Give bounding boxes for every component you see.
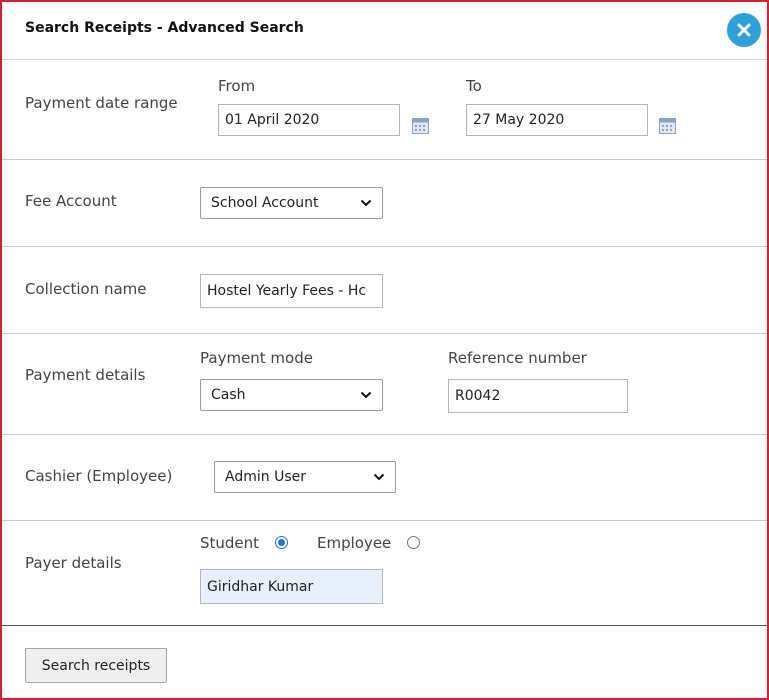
from-date-input[interactable]: 01 April 2020 — [218, 104, 400, 136]
payment-mode-selected: Cash — [211, 387, 246, 403]
chevron-down-icon — [373, 473, 385, 481]
payment-mode-select[interactable]: Cash — [200, 379, 383, 411]
collection-name-input[interactable]: Hostel Yearly Fees - Hc — [200, 274, 383, 308]
employee-radio-label: Employee — [317, 534, 392, 552]
payment-details-section: Payment details Payment mode Cash Refere… — [2, 334, 767, 435]
chevron-down-icon — [360, 391, 372, 399]
to-label: To — [466, 77, 482, 95]
chevron-down-icon — [360, 199, 372, 207]
calendar-icon[interactable] — [412, 118, 429, 134]
payment-date-range-label: Payment date range — [25, 94, 178, 112]
payer-name-input[interactable]: Giridhar Kumar — [200, 569, 383, 604]
payment-date-range-section: Payment date range From 01 April 2020 To… — [2, 60, 767, 160]
reference-number-label: Reference number — [448, 349, 587, 367]
employee-radio[interactable] — [407, 536, 420, 549]
advanced-search-dialog: Search Receipts - Advanced Search Paymen… — [0, 0, 769, 700]
fee-account-label: Fee Account — [25, 192, 117, 210]
cashier-selected: Admin User — [225, 469, 306, 485]
to-date-input[interactable]: 27 May 2020 — [466, 104, 648, 136]
close-icon — [737, 23, 751, 37]
search-receipts-button[interactable]: Search receipts — [25, 648, 167, 683]
fee-account-section: Fee Account School Account — [2, 160, 767, 247]
payer-details-label: Payer details — [25, 554, 122, 572]
cashier-select[interactable]: Admin User — [214, 461, 396, 493]
collection-name-label: Collection name — [25, 280, 147, 298]
student-radio[interactable] — [275, 536, 288, 549]
cashier-label: Cashier (Employee) — [25, 467, 173, 485]
student-radio-label: Student — [200, 534, 260, 552]
dialog-header: Search Receipts - Advanced Search — [2, 2, 767, 60]
reference-number-input[interactable]: R0042 — [448, 379, 628, 413]
fee-account-selected: School Account — [211, 195, 319, 211]
payer-details-section: Payer details Student Employee Giridhar … — [2, 521, 767, 626]
from-label: From — [218, 77, 256, 95]
fee-account-select[interactable]: School Account — [200, 187, 383, 219]
cashier-section: Cashier (Employee) Admin User — [2, 435, 767, 521]
collection-name-section: Collection name Hostel Yearly Fees - Hc — [2, 247, 767, 334]
payment-details-label: Payment details — [25, 366, 146, 384]
calendar-icon[interactable] — [659, 118, 676, 134]
payment-mode-label: Payment mode — [200, 349, 313, 367]
dialog-title: Search Receipts - Advanced Search — [25, 20, 304, 36]
close-button[interactable] — [727, 13, 761, 47]
